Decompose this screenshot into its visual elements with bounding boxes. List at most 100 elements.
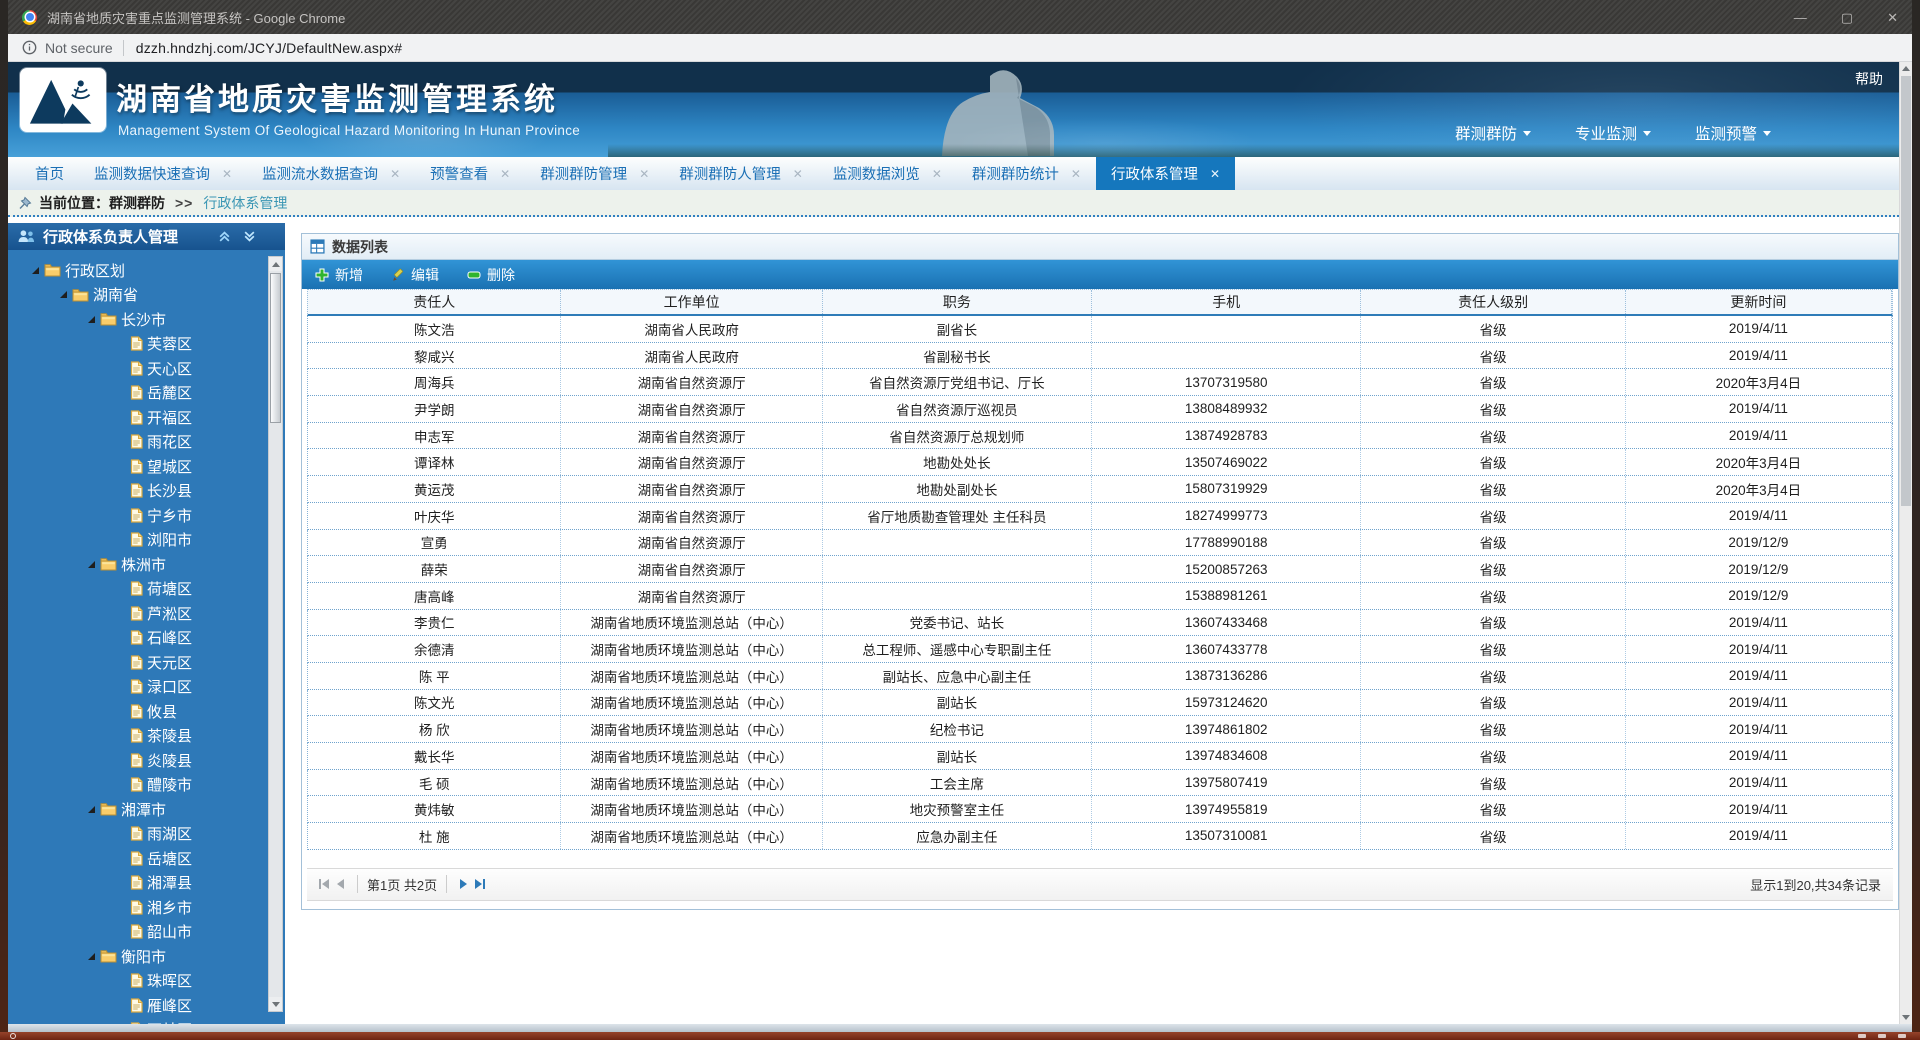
tab-close-icon[interactable]: ✕ <box>1071 167 1081 181</box>
tray-icon[interactable] <box>1858 1034 1866 1038</box>
table-row[interactable]: 杨 欣湖南省地质环境监测总站（中心）纪检书记13974861802省级2019/… <box>307 716 1893 743</box>
table-row[interactable]: 戴长华湖南省地质环境监测总站（中心）副站长13974834608省级2019/4… <box>307 743 1893 770</box>
column-header[interactable]: 职务 <box>823 290 1092 314</box>
tree-item-leaf[interactable]: 攸县 <box>8 699 285 724</box>
table-row[interactable]: 尹学朗湖南省自然资源厅省自然资源厅巡视员13808489932省级2019/4/… <box>307 396 1893 423</box>
delete-button[interactable]: 删除 <box>467 265 515 285</box>
table-row[interactable]: 谭译林湖南省自然资源厅地勘处处长13507469022省级2020年3月4日 <box>307 449 1893 476</box>
expand-arrow-icon[interactable] <box>60 291 67 298</box>
tree-item-leaf[interactable]: 岳麓区 <box>8 381 285 406</box>
expand-arrow-icon[interactable] <box>88 316 95 323</box>
tree-item-leaf[interactable]: 岳塘区 <box>8 846 285 871</box>
browser-scrollbar[interactable] <box>1899 62 1912 1024</box>
address-input[interactable]: dzzh.hndzhj.com/JCYJ/DefaultNew.aspx# <box>136 40 403 56</box>
tab[interactable]: 监测数据浏览✕ <box>818 157 957 190</box>
tree-item-leaf[interactable]: 石峰区 <box>8 626 285 651</box>
tab[interactable]: 群测群防统计✕ <box>957 157 1096 190</box>
nav-menu[interactable]: 监测预警 <box>1695 122 1771 144</box>
tab-close-icon[interactable]: ✕ <box>932 167 942 181</box>
table-row[interactable]: 黎咸兴湖南省人民政府省副秘书长省级2019/4/11 <box>307 343 1893 370</box>
taskbar-search-icon[interactable] <box>10 1033 16 1039</box>
tree-item-folder[interactable]: 湖南省 <box>8 283 285 308</box>
close-button[interactable]: ✕ <box>1887 11 1898 24</box>
table-row[interactable]: 黄运茂湖南省自然资源厅地勘处副处长15807319929省级2020年3月4日 <box>307 476 1893 503</box>
tab[interactable]: 行政体系管理✕ <box>1096 157 1235 190</box>
tab-close-icon[interactable]: ✕ <box>1210 167 1220 181</box>
column-header[interactable]: 工作单位 <box>561 290 822 314</box>
tree-item-folder[interactable]: 株洲市 <box>8 552 285 577</box>
breadcrumb-current-link[interactable]: 行政体系管理 <box>203 193 287 213</box>
scrollbar-thumb[interactable] <box>270 273 281 423</box>
table-row[interactable]: 申志军湖南省自然资源厅省自然资源厅总规划师13874928783省级2019/4… <box>307 423 1893 450</box>
maximize-button[interactable]: ▢ <box>1841 11 1853 24</box>
table-row[interactable]: 余德清湖南省地质环境监测总站（中心）总工程师、遥感中心专职副主任13607433… <box>307 636 1893 663</box>
column-header[interactable]: 责任人 <box>308 290 561 314</box>
scrollbar-thumb[interactable] <box>1901 76 1911 506</box>
scroll-up-icon[interactable] <box>269 257 282 271</box>
tab[interactable]: 群测群防人管理✕ <box>664 157 818 190</box>
tree-item-leaf[interactable]: 荷塘区 <box>8 577 285 602</box>
tab[interactable]: 首页 <box>20 157 79 190</box>
table-row[interactable]: 薛荣湖南省自然资源厅15200857263省级2019/12/9 <box>307 556 1893 583</box>
pagination-next-button[interactable] <box>460 879 467 889</box>
tree-item-leaf[interactable]: 天元区 <box>8 650 285 675</box>
tree-item-leaf[interactable]: 开福区 <box>8 405 285 430</box>
table-row[interactable]: 周海兵湖南省自然资源厅省自然资源厅党组书记、厅长13707319580省级202… <box>307 369 1893 396</box>
table-row[interactable]: 陈 平湖南省地质环境监测总站（中心）副站长、应急中心副主任13873136286… <box>307 663 1893 690</box>
collapse-all-icon[interactable] <box>218 230 231 243</box>
info-icon[interactable] <box>22 40 37 55</box>
scroll-down-icon[interactable] <box>1900 1011 1912 1024</box>
tree-item-leaf[interactable]: 天心区 <box>8 356 285 381</box>
tree-item-leaf[interactable]: 石鼓区 <box>8 1018 285 1025</box>
table-row[interactable]: 宣勇湖南省自然资源厅17788990188省级2019/12/9 <box>307 530 1893 557</box>
tree-item-leaf[interactable]: 芦淞区 <box>8 601 285 626</box>
tree-item-leaf[interactable]: 长沙县 <box>8 479 285 504</box>
tab[interactable]: 预警查看✕ <box>415 157 525 190</box>
tree-item-folder[interactable]: 行政区划 <box>8 258 285 283</box>
table-row[interactable]: 李贵仁湖南省地质环境监测总站（中心）党委书记、站长13607433468省级20… <box>307 610 1893 637</box>
tree-item-leaf[interactable]: 渌口区 <box>8 675 285 700</box>
table-row[interactable]: 叶庆华湖南省自然资源厅省厅地质勘查管理处 主任科员18274999773省级20… <box>307 503 1893 530</box>
add-button[interactable]: 新增 <box>315 265 363 285</box>
column-header[interactable]: 责任人级别 <box>1361 290 1626 314</box>
tree-item-leaf[interactable]: 茶陵县 <box>8 724 285 749</box>
tree-item-leaf[interactable]: 雁峰区 <box>8 993 285 1018</box>
table-row[interactable]: 陈文光湖南省地质环境监测总站（中心）副站长15973124620省级2019/4… <box>307 690 1893 717</box>
tab[interactable]: 监测流水数据查询✕ <box>247 157 415 190</box>
table-row[interactable]: 杜 施湖南省地质环境监测总站（中心）应急办副主任13507310081省级201… <box>307 823 1893 850</box>
column-header[interactable]: 手机 <box>1092 290 1361 314</box>
column-header[interactable]: 更新时间 <box>1626 290 1892 314</box>
tree-item-leaf[interactable]: 炎陵县 <box>8 748 285 773</box>
pagination-last-button[interactable] <box>475 879 485 889</box>
sidebar-scrollbar[interactable] <box>268 256 283 1012</box>
tab[interactable]: 群测群防管理✕ <box>525 157 664 190</box>
tree-item-folder[interactable]: 湘潭市 <box>8 797 285 822</box>
tray-icon[interactable] <box>1878 1034 1886 1038</box>
tab[interactable]: 监测数据快速查询✕ <box>79 157 247 190</box>
tree-item-folder[interactable]: 衡阳市 <box>8 944 285 969</box>
table-row[interactable]: 陈文浩湖南省人民政府副省长省级2019/4/11 <box>307 316 1893 343</box>
table-row[interactable]: 毛 硕湖南省地质环境监测总站（中心）工会主席13975807419省级2019/… <box>307 770 1893 797</box>
table-row[interactable]: 唐高峰湖南省自然资源厅15388981261省级2019/12/9 <box>307 583 1893 610</box>
tree-item-leaf[interactable]: 韶山市 <box>8 920 285 945</box>
edit-button[interactable]: 编辑 <box>391 265 439 285</box>
tab-close-icon[interactable]: ✕ <box>639 167 649 181</box>
tab-close-icon[interactable]: ✕ <box>500 167 510 181</box>
scroll-down-icon[interactable] <box>269 997 282 1011</box>
tree-item-leaf[interactable]: 珠晖区 <box>8 969 285 994</box>
expand-arrow-icon[interactable] <box>88 806 95 813</box>
expand-arrow-icon[interactable] <box>88 953 95 960</box>
tree-item-leaf[interactable]: 湘乡市 <box>8 895 285 920</box>
tree-item-leaf[interactable]: 浏阳市 <box>8 528 285 553</box>
nav-menu[interactable]: 专业监测 <box>1575 122 1651 144</box>
nav-menu[interactable]: 群测群防 <box>1455 122 1531 144</box>
help-link[interactable]: 帮助 <box>1855 69 1883 89</box>
tree-item-leaf[interactable]: 宁乡市 <box>8 503 285 528</box>
tree-item-leaf[interactable]: 湘潭县 <box>8 871 285 896</box>
tree-item-leaf[interactable]: 雨湖区 <box>8 822 285 847</box>
tab-close-icon[interactable]: ✕ <box>390 167 400 181</box>
tab-close-icon[interactable]: ✕ <box>793 167 803 181</box>
table-row[interactable]: 黄炜敏湖南省地质环境监测总站（中心）地灾预警室主任13974955819省级20… <box>307 796 1893 823</box>
tree-item-leaf[interactable]: 望城区 <box>8 454 285 479</box>
expand-arrow-icon[interactable] <box>32 267 39 274</box>
